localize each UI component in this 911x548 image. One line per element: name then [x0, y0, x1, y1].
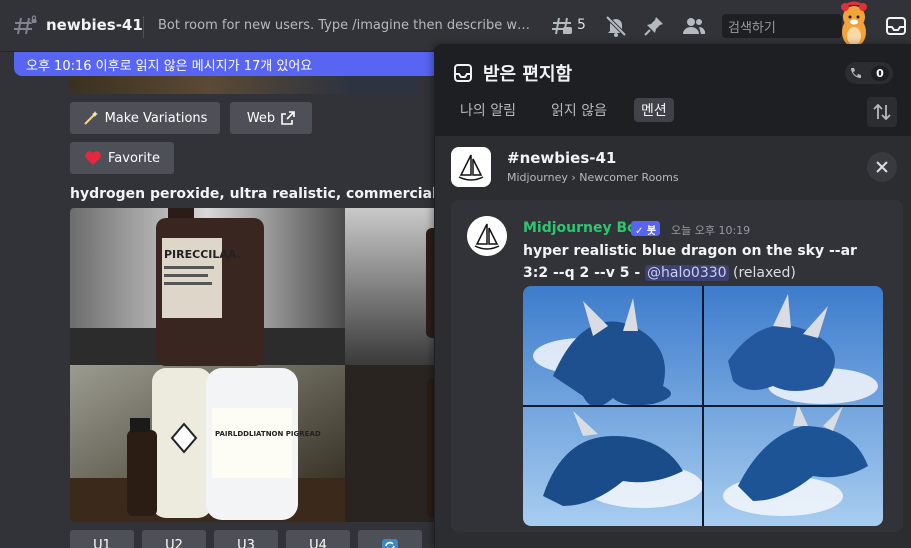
mascot-avatar-icon[interactable] — [836, 0, 872, 50]
web-link-button[interactable]: Web — [230, 102, 312, 134]
tab-for-you[interactable]: 나의 알림 — [453, 98, 523, 122]
search-input[interactable]: 검색하기 — [722, 14, 842, 38]
web-label: Web — [246, 110, 276, 126]
favorite-label: Favorite — [108, 150, 160, 166]
member-list-icon[interactable] — [682, 14, 706, 38]
message-timestamp: 오늘 오후 10:19 — [671, 224, 751, 237]
bottle-label-1: PIRECCILAA. — [164, 248, 241, 261]
header-divider — [143, 16, 144, 38]
upscale-4-button[interactable]: U4 — [286, 530, 350, 548]
heart-icon — [85, 151, 101, 165]
blue-dragon-image-grid[interactable] — [523, 286, 883, 526]
upscale-2-button[interactable]: U2 — [142, 530, 206, 548]
make-variations-label: Make Variations — [104, 110, 208, 126]
external-link-icon — [281, 111, 295, 125]
message-content: hyper realistic blue dragon on the sky -… — [523, 240, 883, 284]
inbox-channel-name: #newbies-41 — [507, 149, 617, 167]
user-mention[interactable]: @halo0330 — [645, 265, 729, 281]
message-mode: (relaxed) — [728, 265, 796, 281]
threads-count: 5 — [577, 17, 586, 33]
reroll-icon — [382, 539, 398, 548]
tab-unreads[interactable]: 읽지 않음 — [544, 98, 614, 122]
sort-icon — [873, 103, 891, 121]
reroll-button[interactable] — [358, 530, 422, 548]
inbox-channel-name-text: newbies-41 — [519, 149, 617, 167]
mention-message[interactable]: Midjourney Bot ✓ 봇 오늘 오후 10:19 hyper rea… — [451, 200, 903, 532]
favorite-button[interactable]: Favorite — [70, 142, 174, 174]
inbox-icon[interactable] — [884, 14, 908, 38]
inbox-header-icon — [454, 64, 472, 82]
inbox-channel-row[interactable]: #newbies-41 Midjourney › Newcomer Rooms — [435, 136, 911, 198]
bottle-label-2: PAIRLDDLIATNON PIGREAD — [215, 430, 321, 438]
channel-name: newbies-41 — [46, 16, 143, 34]
magic-wand-icon — [83, 111, 98, 125]
prompt-text: hydrogen peroxide, ultra realistic, comm… — [70, 186, 434, 202]
close-icon — [876, 161, 888, 173]
missed-calls-count: 0 — [871, 65, 889, 81]
close-button[interactable] — [867, 152, 897, 182]
previous-image-bottom[interactable] — [70, 76, 420, 94]
inbox-title: 받은 편지함 — [483, 64, 573, 85]
new-messages-banner[interactable]: 오후 10:16 이후로 읽지 않은 메시지가 17개 있어요 — [14, 52, 439, 76]
upscale-3-button[interactable]: U3 — [214, 530, 278, 548]
tab-mentions[interactable]: 멘션 — [634, 98, 674, 122]
inbox-channel-path: Midjourney › Newcomer Rooms — [507, 171, 679, 184]
inbox-header: 받은 편지함 0 나의 알림 읽지 않음 멘션 — [435, 44, 911, 136]
inbox-panel: 받은 편지함 0 나의 알림 읽지 않음 멘션 #newbies-41 Midj… — [434, 44, 911, 548]
missed-calls-badge[interactable]: 0 — [845, 62, 893, 84]
author-name[interactable]: Midjourney Bot — [523, 220, 643, 236]
filter-button[interactable] — [867, 97, 897, 127]
upscale-1-button[interactable]: U1 — [70, 530, 134, 548]
channel-topic[interactable]: Bot room for new users. Type /imagine th… — [158, 18, 538, 33]
threads-icon[interactable] — [550, 14, 574, 38]
pin-icon[interactable] — [642, 14, 666, 38]
chat-area: Make Variations Web Favorite hydrogen pe… — [0, 76, 434, 548]
text-channel-icon — [14, 15, 38, 35]
midjourney-server-icon — [451, 147, 491, 187]
bot-tag-badge: ✓ 봇 — [631, 221, 661, 237]
phone-icon — [851, 68, 862, 78]
bot-avatar[interactable] — [467, 216, 507, 256]
hydrogen-peroxide-image-grid[interactable]: PIRECCILAA. PAIRLDDLIATNON PIGREAD — [70, 208, 434, 522]
notification-muted-icon[interactable] — [604, 14, 628, 38]
make-variations-button[interactable]: Make Variations — [70, 102, 220, 134]
